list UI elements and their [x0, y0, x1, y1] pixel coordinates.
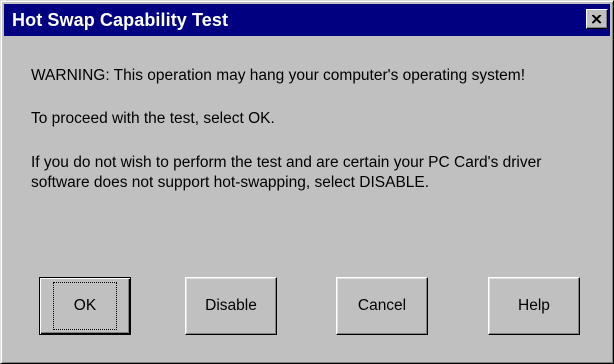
info-text-line-2: software does not support hot-swapping, …: [31, 174, 430, 191]
help-button[interactable]: Help: [488, 277, 580, 335]
dialog-window: Hot Swap Capability Test WARNING: This o…: [0, 0, 614, 364]
title-bar[interactable]: Hot Swap Capability Test: [4, 4, 610, 36]
warning-text: WARNING: This operation may hang your co…: [31, 67, 525, 84]
window-title: Hot Swap Capability Test: [12, 10, 229, 30]
proceed-text: To proceed with the test, select OK.: [31, 110, 275, 127]
ok-button-label: OK: [52, 282, 118, 330]
disable-button[interactable]: Disable: [185, 277, 277, 335]
info-text-line-1: If you do not wish to perform the test a…: [31, 154, 542, 171]
close-icon: [592, 14, 602, 24]
cancel-button[interactable]: Cancel: [336, 277, 428, 335]
close-button[interactable]: [586, 9, 608, 29]
ok-button[interactable]: OK: [39, 277, 131, 335]
